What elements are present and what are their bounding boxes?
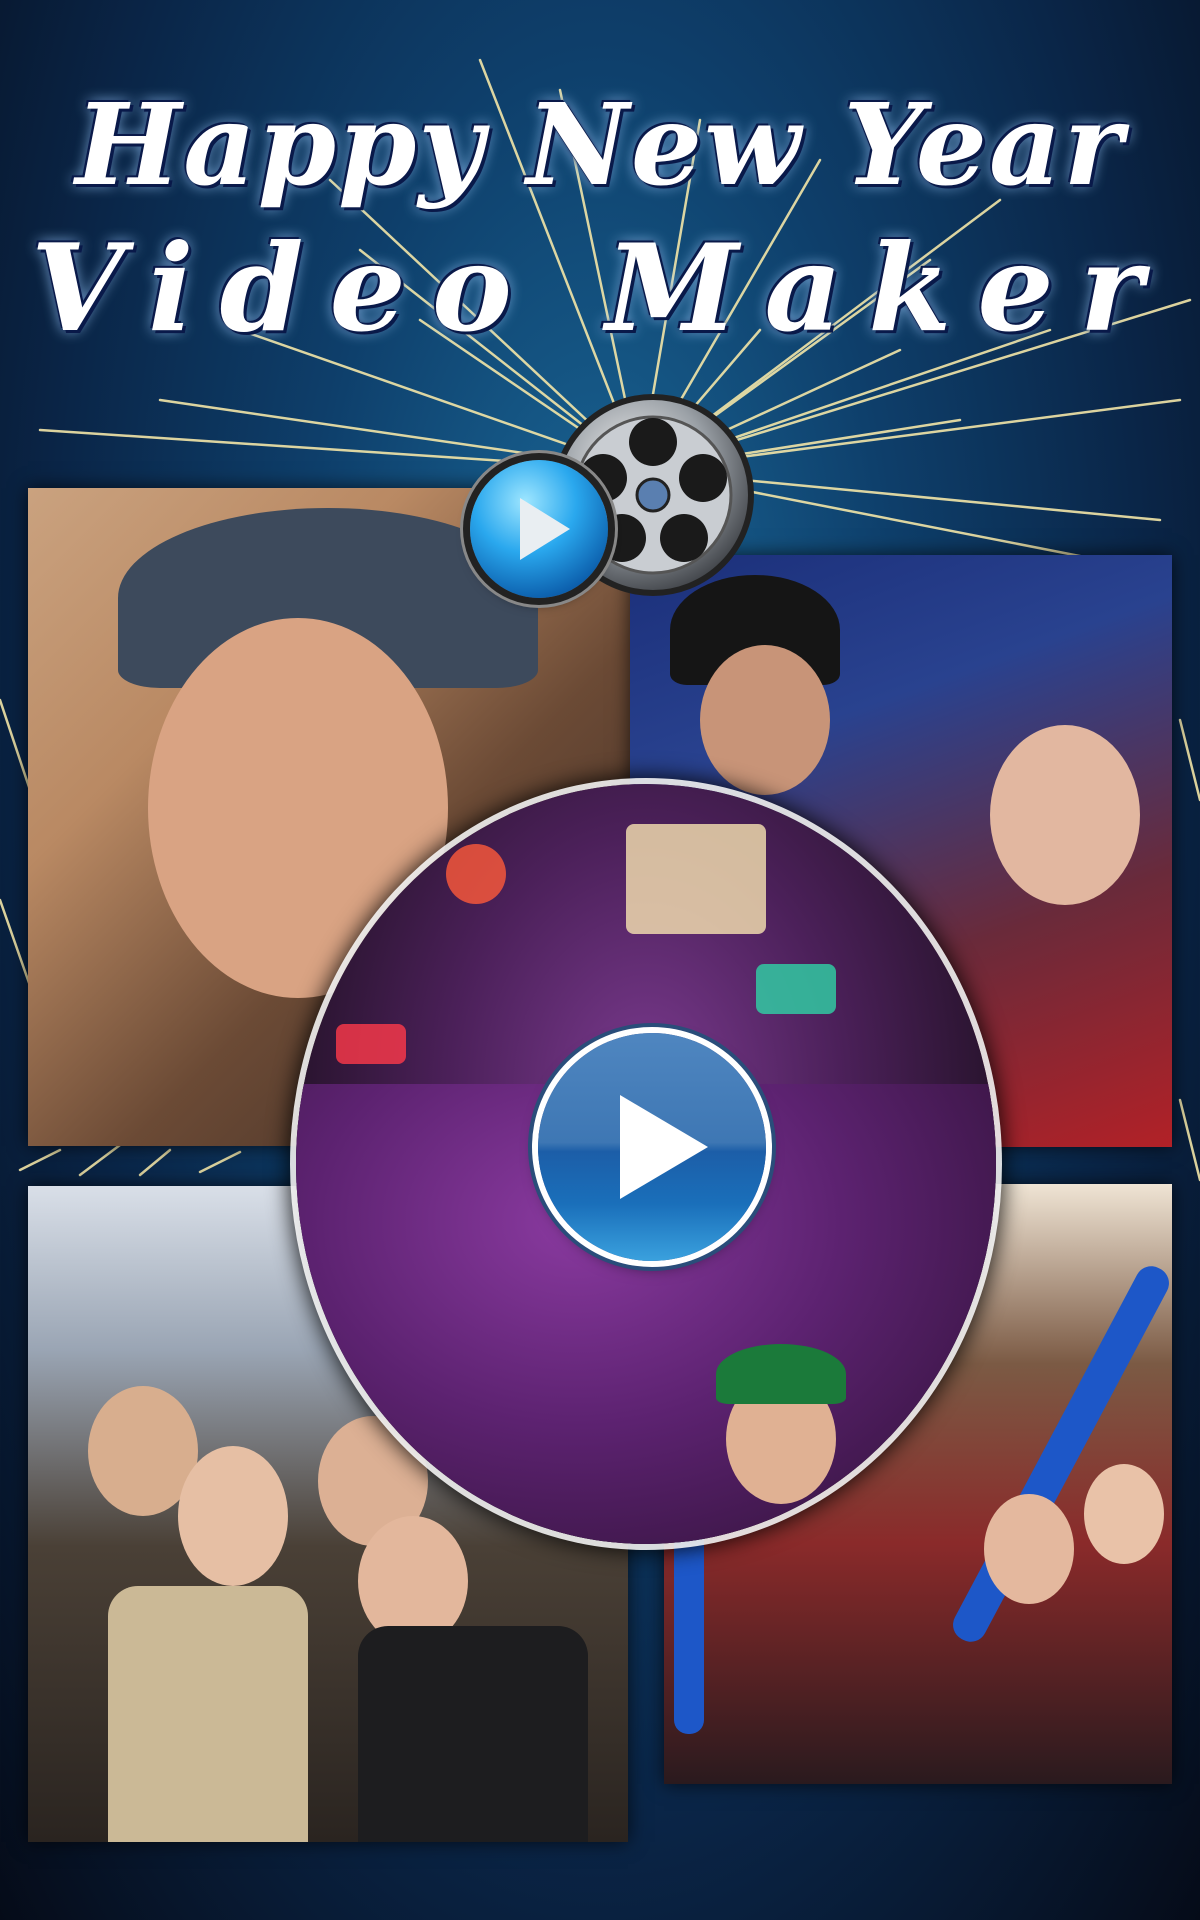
app-title-line-2: Video Maker <box>31 218 1169 359</box>
light-bokeh <box>336 1024 406 1064</box>
light-bokeh <box>756 964 836 1014</box>
face-shape <box>990 725 1140 905</box>
play-button-icon <box>620 1095 708 1199</box>
play-button[interactable] <box>538 1033 766 1261</box>
play-triangle <box>520 498 570 560</box>
coat-shape <box>108 1586 308 1842</box>
face-shape <box>1084 1464 1164 1564</box>
light-bokeh <box>446 844 506 904</box>
app-title-line-1: Happy New Year <box>75 80 1125 211</box>
small-play-icon[interactable] <box>470 460 608 598</box>
face-shape <box>700 645 830 795</box>
green-hat-shape <box>716 1344 846 1404</box>
face-shape <box>984 1494 1074 1604</box>
light-bokeh <box>626 824 766 934</box>
coat-shape <box>358 1626 588 1842</box>
face-shape <box>178 1446 288 1586</box>
